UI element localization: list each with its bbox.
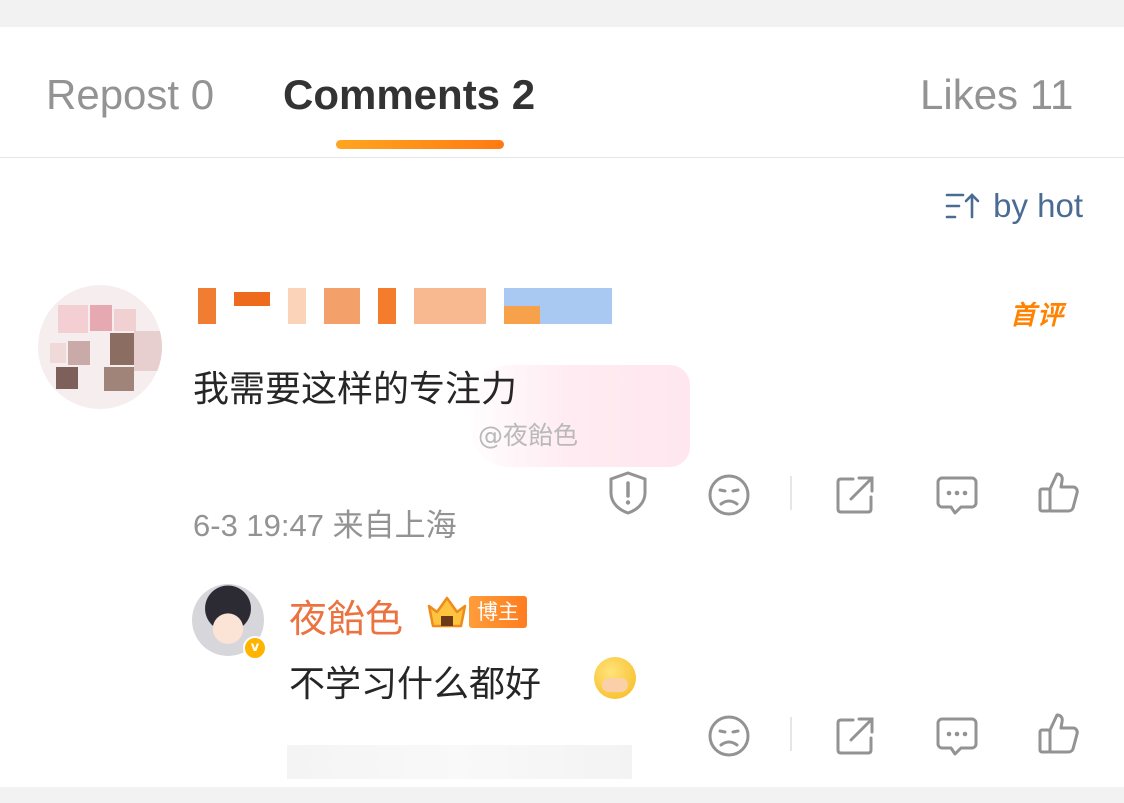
dislike-icon[interactable]	[705, 712, 753, 760]
tab-bar: Repost 0 Comments 2 Likes 11	[0, 27, 1124, 158]
comment-icon[interactable]	[933, 712, 981, 760]
reply-meta-blurred	[287, 745, 632, 779]
tab-likes[interactable]: Likes 11	[920, 71, 1073, 119]
comment-icon[interactable]	[933, 471, 981, 519]
share-icon[interactable]	[831, 712, 879, 760]
tab-likes-count: 11	[1029, 71, 1074, 118]
sort-button[interactable]: by hot	[945, 187, 1083, 225]
divider	[790, 476, 792, 510]
comment-meta: 6-3 19:47 来自上海	[193, 500, 457, 545]
like-icon[interactable]	[1035, 710, 1083, 758]
verified-badge-icon: v	[243, 636, 267, 660]
share-icon[interactable]	[831, 471, 879, 519]
dislike-icon[interactable]	[705, 471, 753, 519]
crown-icon	[425, 592, 469, 632]
reply-author[interactable]: 夜飴色	[289, 588, 403, 643]
username-blurred[interactable]	[198, 288, 613, 326]
tab-repost[interactable]: Repost 0	[46, 71, 214, 119]
sort-icon	[945, 193, 980, 219]
comments-panel: Repost 0 Comments 2 Likes 11 by hot 首评 我…	[0, 27, 1124, 787]
divider	[790, 717, 792, 751]
tab-repost-label: Repost	[46, 71, 180, 118]
comment-location: 来自上海	[332, 508, 457, 543]
tab-comments-count: 2	[511, 71, 536, 118]
active-tab-indicator	[336, 140, 504, 149]
first-comment-badge: 首评	[1010, 295, 1064, 332]
sort-label: by hot	[993, 187, 1083, 224]
avatar[interactable]	[38, 285, 162, 409]
tab-repost-count: 0	[190, 71, 215, 118]
tab-likes-label: Likes	[920, 71, 1019, 118]
report-icon[interactable]	[604, 469, 652, 517]
reply-text: 不学习什么都好	[289, 664, 542, 705]
comment-text: 我需要这样的专注力	[193, 369, 518, 410]
tab-comments-label: Comments	[283, 71, 501, 118]
tab-comments[interactable]: Comments 2	[283, 71, 535, 119]
comment-time: 6-3 19:47	[193, 508, 324, 543]
watermark: @夜飴色	[478, 421, 579, 450]
like-icon[interactable]	[1035, 469, 1083, 517]
blogger-badge: 博主	[469, 596, 527, 628]
crying-emoji-icon	[594, 657, 636, 699]
